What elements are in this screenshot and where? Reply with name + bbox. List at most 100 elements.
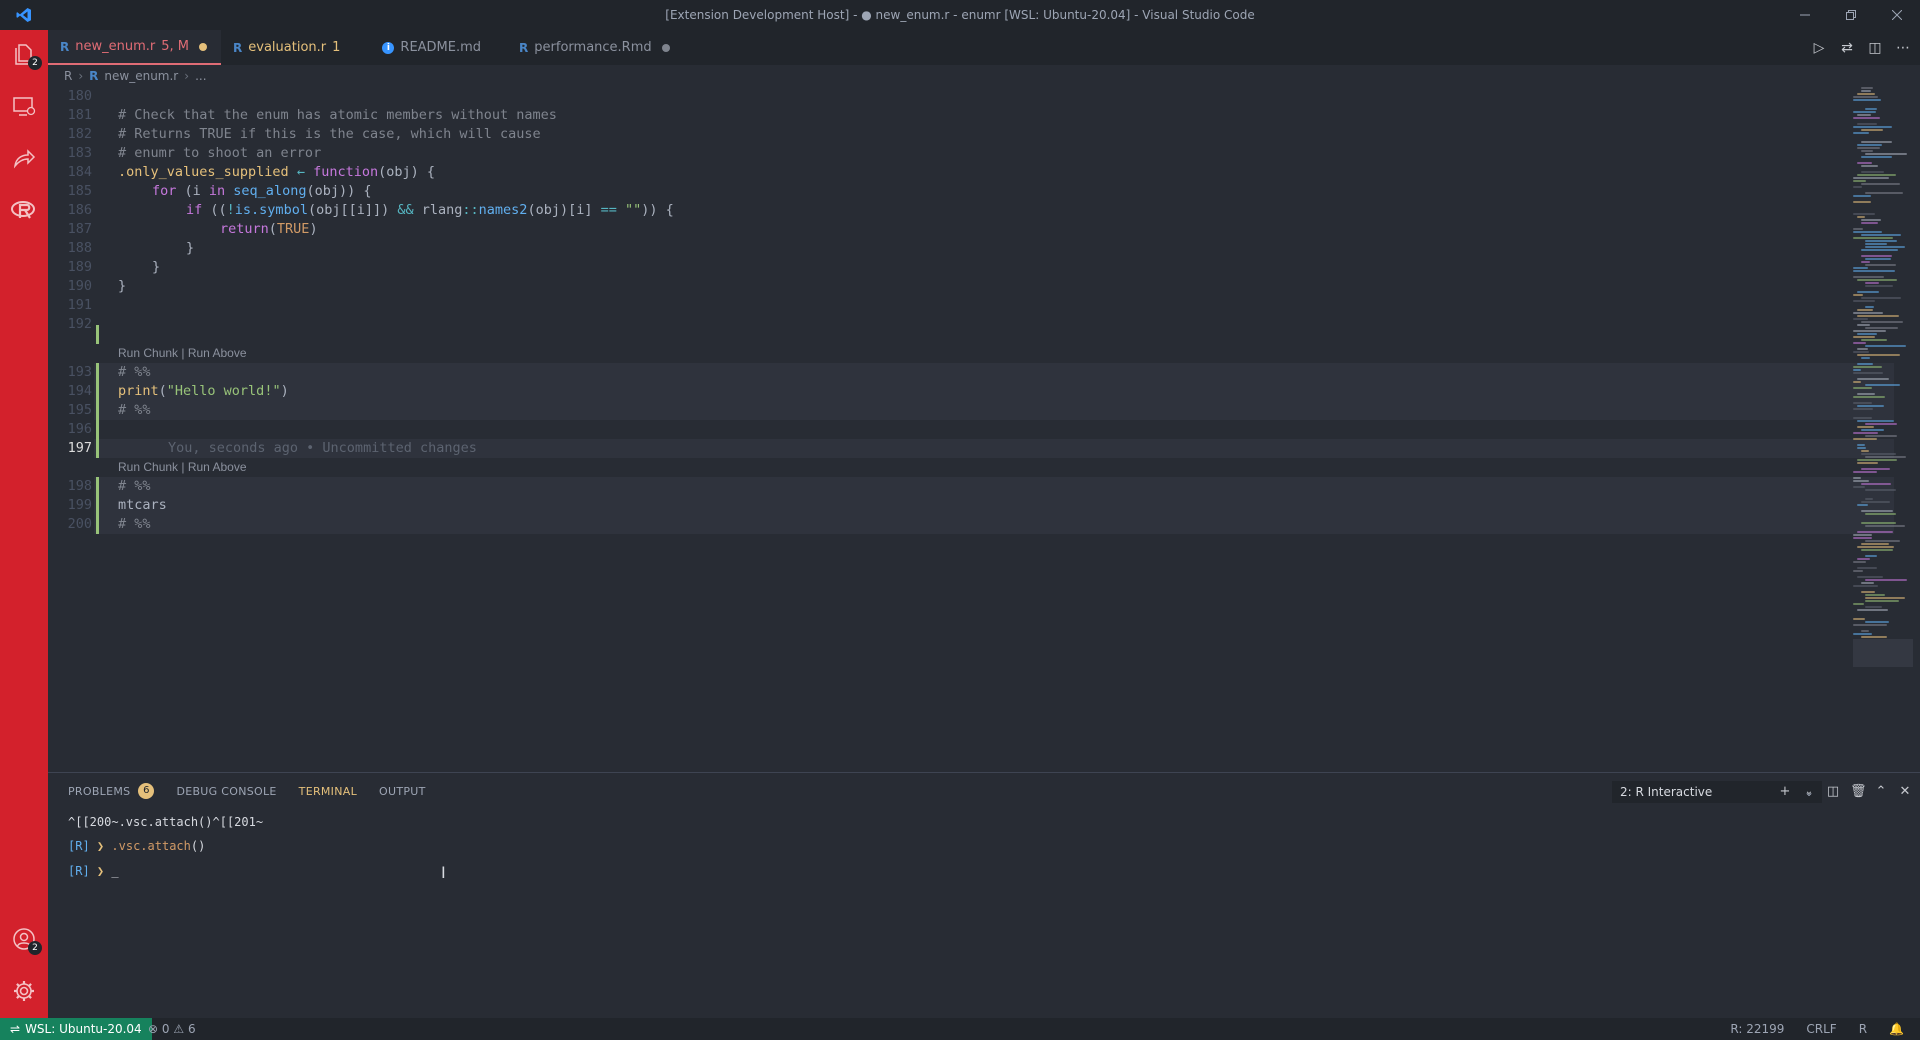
chevron-right-icon: › <box>184 69 190 83</box>
tab-problems[interactable]: PROBLEMS 6 <box>68 783 155 799</box>
code-token: } <box>152 259 161 275</box>
manage-button[interactable] <box>0 967 48 1015</box>
new-terminal-icon[interactable]: + <box>1778 784 1792 799</box>
run-chunk-codelens[interactable]: Run Chunk | Run Above <box>118 344 247 363</box>
chevron-down-icon[interactable]: ⌄ <box>1802 786 1816 797</box>
tab-debug-console[interactable]: DEBUG CONSOLE <box>176 785 276 798</box>
minimap-line <box>1861 222 1878 224</box>
breadcrumb-folder[interactable]: R <box>64 69 72 83</box>
line-number: 197 <box>67 440 92 456</box>
chunk-delimiter: # %% <box>118 364 151 380</box>
minimap-line <box>1857 315 1899 317</box>
minimap-line <box>1861 165 1878 167</box>
minimap-line <box>1861 234 1901 236</box>
minimap-line <box>1861 501 1890 503</box>
breadcrumb: R › R new_enum.r › ... <box>48 65 1848 87</box>
line-number: 186 <box>67 202 92 218</box>
minimap-line <box>1865 243 1887 245</box>
r-session-status[interactable]: R: 22199 <box>1730 1018 1784 1040</box>
remote-explorer-button[interactable] <box>0 82 48 130</box>
minimap-line <box>1853 366 1882 368</box>
code-token: (( <box>202 202 227 218</box>
run-chunk-codelens[interactable]: Run Chunk | Run Above <box>118 458 247 477</box>
minimap-line <box>1861 321 1903 323</box>
close-panel-icon[interactable]: ✕ <box>1898 784 1912 799</box>
breadcrumb-file[interactable]: new_enum.r <box>104 69 178 83</box>
live-share-button[interactable] <box>0 134 48 182</box>
explorer-button[interactable]: 2 <box>0 30 48 78</box>
restore-button[interactable] <box>1828 0 1874 30</box>
line-number: 195 <box>67 402 92 418</box>
problems-count-badge: 6 <box>138 783 155 799</box>
run-icon[interactable]: ▷ <box>1810 40 1828 56</box>
bell-icon[interactable]: 🔔 <box>1889 1018 1904 1040</box>
remote-indicator[interactable]: ⇌ WSL: Ubuntu-20.04 <box>0 1018 152 1040</box>
code-line: 184 .only_values_supplied ← function(obj)… <box>48 163 1848 182</box>
code-line: 191 <box>48 296 1848 315</box>
terminal-command-args: () <box>190 839 206 853</box>
minimap-line <box>1861 129 1883 131</box>
split-terminal-icon[interactable]: ◫ <box>1826 784 1840 799</box>
minimap[interactable] <box>1853 87 1913 667</box>
code-editor[interactable]: 180 181 # Check that the enum has atomic … <box>48 87 1894 770</box>
bottom-panel: PROBLEMS 6 DEBUG CONSOLE TERMINAL OUTPUT… <box>48 772 1920 1018</box>
chunk-delimiter: # %% <box>118 478 151 494</box>
minimap-line <box>1853 570 1863 572</box>
minimap-line <box>1861 255 1892 257</box>
minimap-slider[interactable] <box>1853 639 1913 667</box>
breadcrumb-symbols[interactable]: ... <box>195 69 206 83</box>
problems-status[interactable]: ⊗ 0 ⚠ 6 <box>148 1018 196 1040</box>
modified-dot-icon[interactable] <box>199 42 208 51</box>
eol-status[interactable]: CRLF <box>1806 1018 1836 1040</box>
tab-output[interactable]: OUTPUT <box>379 785 426 798</box>
minimize-button[interactable] <box>1782 0 1828 30</box>
r-prompt: [R] <box>68 839 90 853</box>
tab-evaluation-r[interactable]: R evaluation.r 1 <box>221 30 355 65</box>
prompt-arrow-icon: ❯ <box>96 839 105 853</box>
tab-readme-md[interactable]: i README.md <box>354 30 496 65</box>
minimap-line <box>1857 333 1877 335</box>
minimap-line <box>1865 246 1905 248</box>
r-file-icon: R <box>233 40 243 55</box>
minimap-line <box>1857 174 1896 176</box>
maximize-panel-icon[interactable]: ⌃ <box>1874 784 1888 799</box>
code-token: (i <box>176 183 209 199</box>
close-window-button[interactable] <box>1874 0 1920 30</box>
minimap-line <box>1853 336 1875 338</box>
minimap-line <box>1857 309 1873 311</box>
minimap-line <box>1865 435 1897 437</box>
vscode-logo-icon[interactable] <box>0 0 48 30</box>
minimap-line <box>1861 156 1892 158</box>
r-file-icon: R <box>519 40 529 55</box>
line-number: 191 <box>67 297 92 313</box>
tab-terminal[interactable]: TERMINAL <box>299 785 357 798</box>
split-editor-icon[interactable]: ◫ <box>1866 40 1884 56</box>
panel-actions: + ⌄ ◫ 🗑 ⌃ ✕ <box>1778 773 1912 809</box>
minimap-line <box>1857 567 1877 569</box>
tab-new-enum-r[interactable]: R new_enum.r 5, M <box>48 30 222 65</box>
code-token: names2 <box>478 202 528 218</box>
code-token: .only_values_supplied <box>118 164 289 180</box>
minimap-line <box>1853 330 1886 332</box>
minimap-line <box>1853 117 1880 119</box>
minimize-icon <box>1800 14 1810 16</box>
language-mode-status[interactable]: R <box>1859 1018 1867 1040</box>
tab-performance-rmd[interactable]: R performance.Rmd <box>495 30 684 65</box>
tab-label: new_enum.r <box>75 39 156 54</box>
accounts-button[interactable]: 2 <box>0 915 48 963</box>
trash-icon[interactable]: 🗑 <box>1850 784 1867 799</box>
modified-dot-icon[interactable] <box>661 43 670 52</box>
minimap-line <box>1865 345 1906 347</box>
more-actions-icon[interactable]: ⋯ <box>1894 40 1912 56</box>
compare-changes-icon[interactable]: ⇄ <box>1838 40 1856 56</box>
minimap-line <box>1853 237 1893 239</box>
minimap-line <box>1865 240 1897 242</box>
minimap-line <box>1865 108 1877 110</box>
line-number: 190 <box>67 278 92 294</box>
minimap-line <box>1865 285 1893 287</box>
panel-tab-bar: PROBLEMS 6 DEBUG CONSOLE TERMINAL OUTPUT <box>68 773 426 809</box>
minimap-line <box>1865 327 1898 329</box>
r-extension-button[interactable] <box>0 186 48 234</box>
minimap-line <box>1853 486 1865 488</box>
minimap-line <box>1853 402 1872 404</box>
